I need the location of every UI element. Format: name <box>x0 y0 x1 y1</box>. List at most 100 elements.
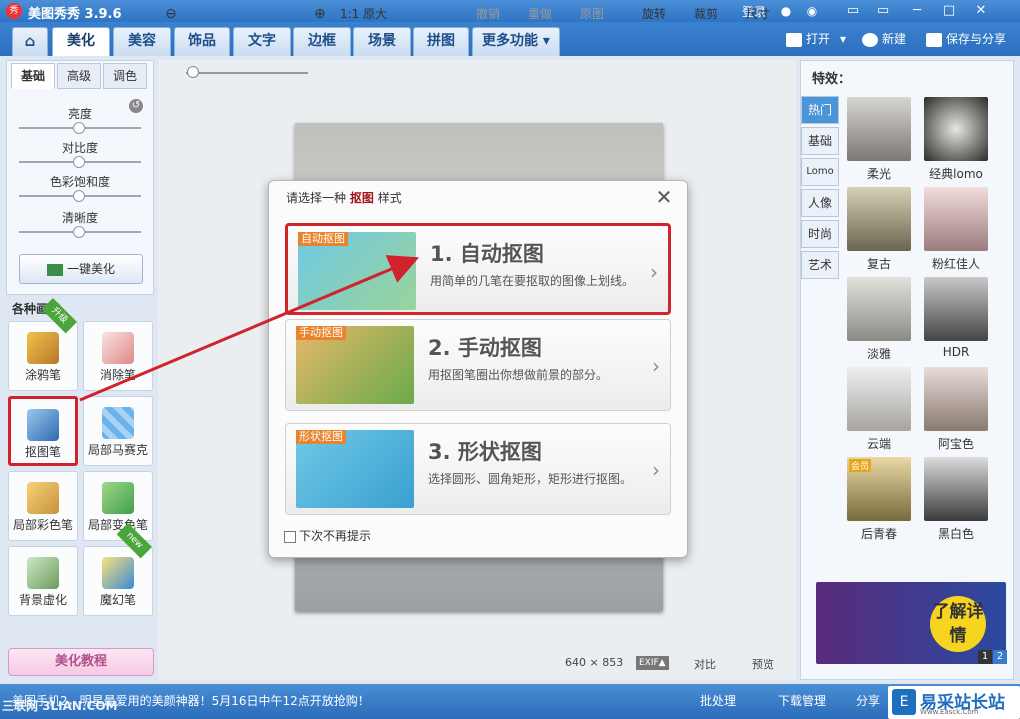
save-share-button[interactable]: 保存与分享 <box>926 28 1006 50</box>
open-button[interactable]: 打开 <box>786 28 830 50</box>
fx-tab-portrait[interactable]: 人像 <box>801 189 839 217</box>
tab-color[interactable]: 调色 <box>103 63 147 89</box>
compare-button[interactable]: 对比 <box>694 656 716 672</box>
effect-thumb[interactable]: HDR <box>923 277 989 359</box>
one-click-label: 一键美化 <box>66 262 115 276</box>
tab-home[interactable]: ⌂ <box>12 27 48 56</box>
tool-doodle-pen[interactable]: 涂鸦笔 升级 <box>8 297 78 391</box>
sharpness-label: 清晰度 <box>61 211 98 225</box>
option-auto-cutout[interactable]: 自动抠图 1. 自动抠图 用简单的几笔在要抠取的图像上划线。 › <box>285 223 671 315</box>
fx-tab-fashion[interactable]: 时尚 <box>801 220 839 248</box>
undo-button[interactable]: 撤销 <box>476 6 500 22</box>
doodle-pen-icon <box>27 332 59 364</box>
zoom-slider[interactable] <box>186 72 308 74</box>
effect-thumb[interactable]: 黑白色 <box>923 457 989 542</box>
effect-label: 复古 <box>866 257 891 271</box>
menu-button[interactable]: ▭ <box>872 2 894 20</box>
tool-background-blur[interactable]: 背景虚化 <box>8 546 78 616</box>
actual-size-button[interactable]: 1:1 原大 <box>340 6 387 22</box>
one-click-beautify-button[interactable]: 一键美化 <box>19 254 143 284</box>
tool-cutout-pen[interactable]: 抠图笔 <box>8 396 78 466</box>
dont-show-checkbox[interactable] <box>284 530 296 543</box>
effect-thumb[interactable]: 会员 后青春 <box>846 457 912 542</box>
close-button[interactable]: ✕ <box>970 2 992 20</box>
download-manager-button[interactable]: 下载管理 <box>778 692 826 709</box>
tab-beauty[interactable]: 美容 <box>113 27 171 56</box>
brightness-knob[interactable] <box>73 122 85 134</box>
batch-button[interactable]: 批处理 <box>700 692 736 709</box>
maximize-button[interactable]: □ <box>938 2 960 20</box>
dont-show-again[interactable]: 下次不再提示 <box>284 527 371 544</box>
learn-more-button[interactable]: 了解详情 <box>930 596 986 652</box>
effect-thumb[interactable]: 复古 <box>846 187 912 272</box>
zoom-knob[interactable] <box>187 66 199 78</box>
fx-tab-lomo[interactable]: Lomo <box>801 158 839 186</box>
dialog-close-icon[interactable]: ✕ <box>654 185 674 209</box>
dont-show-label: 下次不再提示 <box>299 529 372 543</box>
dialog-title: 请选择一种 抠图 样式 <box>286 189 402 206</box>
resize-button[interactable]: 尺寸 <box>746 6 770 22</box>
tab-beautify[interactable]: 美化 <box>52 27 110 56</box>
tab-accessories[interactable]: 饰品 <box>174 27 230 56</box>
wand-icon <box>46 263 63 276</box>
tool-label: 背景虚化 <box>18 593 67 607</box>
tab-frame[interactable]: 边框 <box>293 27 351 56</box>
effect-image <box>847 367 911 431</box>
weibo-icon[interactable]: ◉ <box>804 3 820 19</box>
option-manual-cutout[interactable]: 手动抠图 2. 手动抠图 用抠图笔圈出你想做前景的部分。 › <box>285 319 671 411</box>
tool-mosaic[interactable]: 局部马赛克 <box>83 396 153 466</box>
tab-basic[interactable]: 基础 <box>11 63 55 89</box>
effect-image <box>924 97 988 161</box>
tab-more[interactable]: 更多功能 ▾ <box>472 27 560 56</box>
option-shape-cutout[interactable]: 形状抠图 3. 形状抠图 选择圆形、圆角矩形，矩形进行抠图。 › <box>285 423 671 515</box>
effect-thumb[interactable]: 淡雅 <box>846 277 912 362</box>
share-button[interactable]: 分享 <box>856 692 880 709</box>
qq-icon[interactable]: ● <box>778 3 794 19</box>
effect-image: 会员 <box>847 457 911 521</box>
tool-label: 局部马赛克 <box>87 443 148 457</box>
tool-magic-pen[interactable]: 魔幻笔 new <box>83 522 153 616</box>
banner-page-2[interactable]: 2 <box>993 650 1007 664</box>
auto-cutout-thumbnail: 自动抠图 <box>298 232 416 310</box>
fx-tab-art[interactable]: 艺术 <box>801 251 839 279</box>
plus-icon <box>862 32 878 47</box>
zoom-in-icon[interactable]: ⊕ <box>314 6 326 22</box>
sharpness-knob[interactable] <box>73 226 85 238</box>
tab-scene[interactable]: 场景 <box>353 27 411 56</box>
save-icon <box>926 32 942 47</box>
effect-label: 柔光 <box>866 167 891 181</box>
new-button[interactable]: 新建 <box>862 28 906 50</box>
open-dropdown[interactable]: ▾ <box>840 28 846 50</box>
original-button[interactable]: 原图 <box>580 6 604 22</box>
site-url: Www.Easck.Com <box>920 708 979 716</box>
saturation-label: 色彩饱和度 <box>49 175 110 189</box>
effect-thumb[interactable]: 经典lomo <box>923 97 989 182</box>
effect-label: 经典lomo <box>929 167 983 181</box>
crop-button[interactable]: 裁剪 <box>694 6 718 22</box>
banner-page-1[interactable]: 1 <box>978 650 992 664</box>
tool-local-color-pen[interactable]: 局部彩色笔 <box>8 471 78 541</box>
preview-button[interactable]: 预览 <box>752 656 774 672</box>
tool-eraser-pen[interactable]: 消除笔 <box>83 321 153 391</box>
saturation-knob[interactable] <box>73 190 85 202</box>
minimize-button[interactable]: ─ <box>906 2 928 20</box>
effect-thumb[interactable]: 云端 <box>846 367 912 452</box>
tool-local-recolor-pen[interactable]: 局部变色笔 <box>83 471 153 541</box>
zoom-out-icon[interactable]: ⊖ <box>165 6 177 22</box>
bottom-bar: 美图手机2，明星最爱用的美颜神器！5月16日中午12点开放抢购！ 批处理 下载管… <box>0 684 1020 719</box>
effect-thumb[interactable]: 阿宝色 <box>923 367 989 452</box>
tab-advanced[interactable]: 高级 <box>57 63 101 89</box>
exif-button[interactable]: EXIF▲ <box>636 656 669 670</box>
fx-tab-hot[interactable]: 热门 <box>801 96 839 124</box>
contrast-knob[interactable] <box>73 156 85 168</box>
rotate-button[interactable]: 旋转 <box>642 6 666 22</box>
effect-thumb[interactable]: 粉红佳人 <box>923 187 989 272</box>
fx-tab-basic[interactable]: 基础 <box>801 127 839 155</box>
tab-text[interactable]: 文字 <box>233 27 291 56</box>
redo-button[interactable]: 重做 <box>528 6 552 22</box>
skin-button[interactable]: ▭ <box>842 2 864 20</box>
tab-collage[interactable]: 拼图 <box>413 27 469 56</box>
beautify-tutorial-button[interactable]: 美化教程 <box>8 648 154 676</box>
effect-thumb[interactable]: 柔光 <box>846 97 912 182</box>
effect-image <box>924 367 988 431</box>
